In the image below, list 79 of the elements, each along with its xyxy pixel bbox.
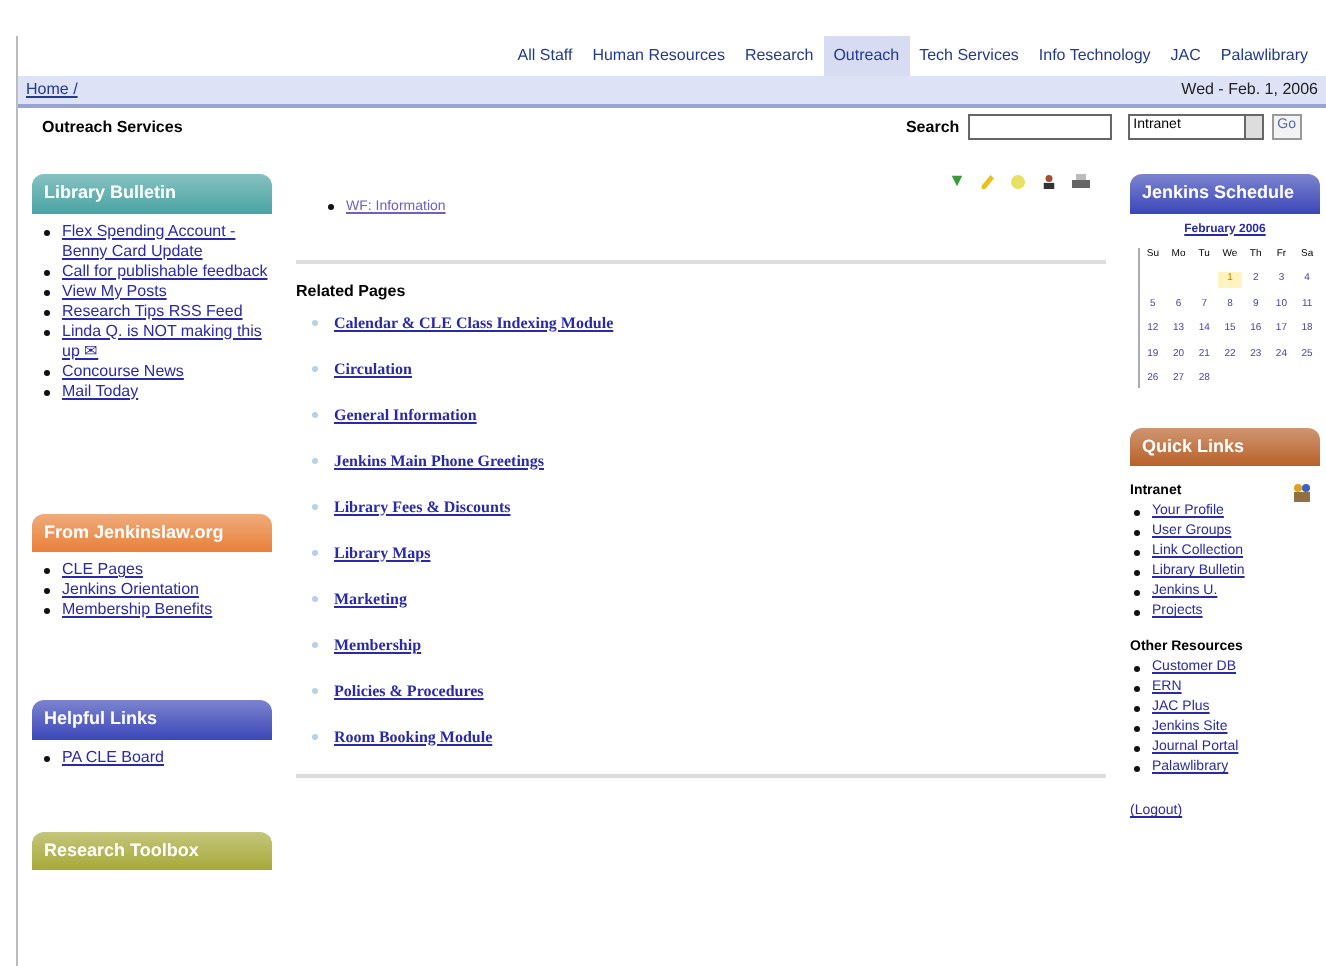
bulletin-link[interactable]: CLE Pages [62,560,143,580]
box-header: Jenkins Schedule [1130,174,1320,213]
related-page-link[interactable]: Room Booking Module [334,725,493,749]
page-title: Outreach Services [42,115,183,139]
bullet-icon [44,369,50,375]
printer-icon[interactable] [1072,174,1090,190]
nav-tab[interactable]: Outreach [823,36,910,76]
bullet-icon [1134,510,1140,516]
bullet-icon [44,608,50,614]
bulletin-link[interactable]: Jenkins Orientation [62,580,199,600]
bullet-icon [312,596,318,602]
bullet-icon [312,504,318,510]
date-text: Wed - Feb. 1, 2006 [1181,78,1318,102]
related-page-link[interactable]: Marketing [334,587,407,611]
bulletin-link[interactable]: Concourse News [62,361,184,381]
bulletin-link[interactable]: Linda Q. is NOT making this up ✉ [62,321,272,361]
bulletin-link[interactable]: Research Tips RSS Feed [62,301,243,321]
bulletin-link[interactable]: Flex Spending Account - Benny Card Update [62,221,272,261]
bullet-icon [1134,666,1140,672]
bullet-icon [44,269,50,275]
bullet-icon [1134,706,1140,712]
bullet-icon [312,320,318,326]
nav-tab[interactable]: JAC [1160,36,1211,76]
bullet-icon [312,734,318,740]
related-page-link[interactable]: Library Fees & Discounts [334,495,511,519]
bullet-icon [44,755,50,761]
box-header: Research Toolbox [32,831,272,870]
nav-tab[interactable]: Research [734,36,824,76]
bulletin-link[interactable]: Membership Benefits [62,600,213,620]
people-icon [1292,482,1312,502]
related-page-link[interactable]: Jenkins Main Phone Greetings [334,449,544,473]
bullet-icon [1134,686,1140,692]
bulletin-link[interactable]: View My Posts [62,281,167,301]
bullet-icon [328,204,334,210]
bullet-icon [1134,610,1140,616]
bullet-icon [44,568,50,574]
bullet-icon [44,289,50,295]
search-label: Search [905,115,960,139]
bullet-icon [1134,590,1140,596]
bulletin-link[interactable]: Mail Today [62,381,139,401]
related-page-link[interactable]: Library Maps [334,541,431,565]
related-page-link[interactable]: Circulation [334,357,412,381]
section-heading: Related Pages [296,279,408,303]
bullet-icon [1134,746,1140,752]
bullet-icon [1134,530,1140,536]
bullet-icon [1134,570,1140,576]
person-icon[interactable] [1042,174,1056,190]
related-page-link[interactable]: Policies & Procedures [334,679,484,703]
nav-tab[interactable]: Palawlibrary [1210,36,1318,76]
search-field[interactable] [967,114,1112,140]
related-page-link[interactable]: General Information [334,403,477,427]
nav-tab[interactable]: All Staff [507,36,583,76]
bullet-icon [312,688,318,694]
breadcrumb[interactable]: Home / [26,78,78,102]
nav-tab[interactable]: Human Resources [582,36,735,76]
bullet-icon [312,550,318,556]
bullet-icon [312,458,318,464]
bullet-icon [1134,550,1140,556]
bulletin-link[interactable]: Call for publishable feedback [62,261,268,281]
bullet-icon [1134,766,1140,772]
bullet-icon [312,642,318,648]
bullet-icon [44,329,50,335]
bullet-icon [312,366,318,372]
box-header: Library Bulletin [32,174,272,213]
arrow-icon[interactable] [950,174,964,188]
bullet-icon [1134,726,1140,732]
nav-tab[interactable]: Tech Services [909,36,1029,76]
nav-tab[interactable]: Info Technology [1028,36,1161,76]
bullet-icon [44,588,50,594]
bullet-icon [44,229,50,235]
bullet-icon [44,389,50,395]
box-header: From Jenkinslaw.org [32,513,272,552]
related-page-link[interactable]: Membership [334,633,422,657]
box-header: Helpful Links [32,700,272,739]
bullet-icon [44,309,50,315]
box-header: Quick Links [1130,427,1320,466]
bulletin-link[interactable]: PA CLE Board [62,747,164,767]
bullet-icon [312,412,318,418]
related-page-link[interactable]: Calendar & CLE Class Indexing Module [334,311,614,335]
